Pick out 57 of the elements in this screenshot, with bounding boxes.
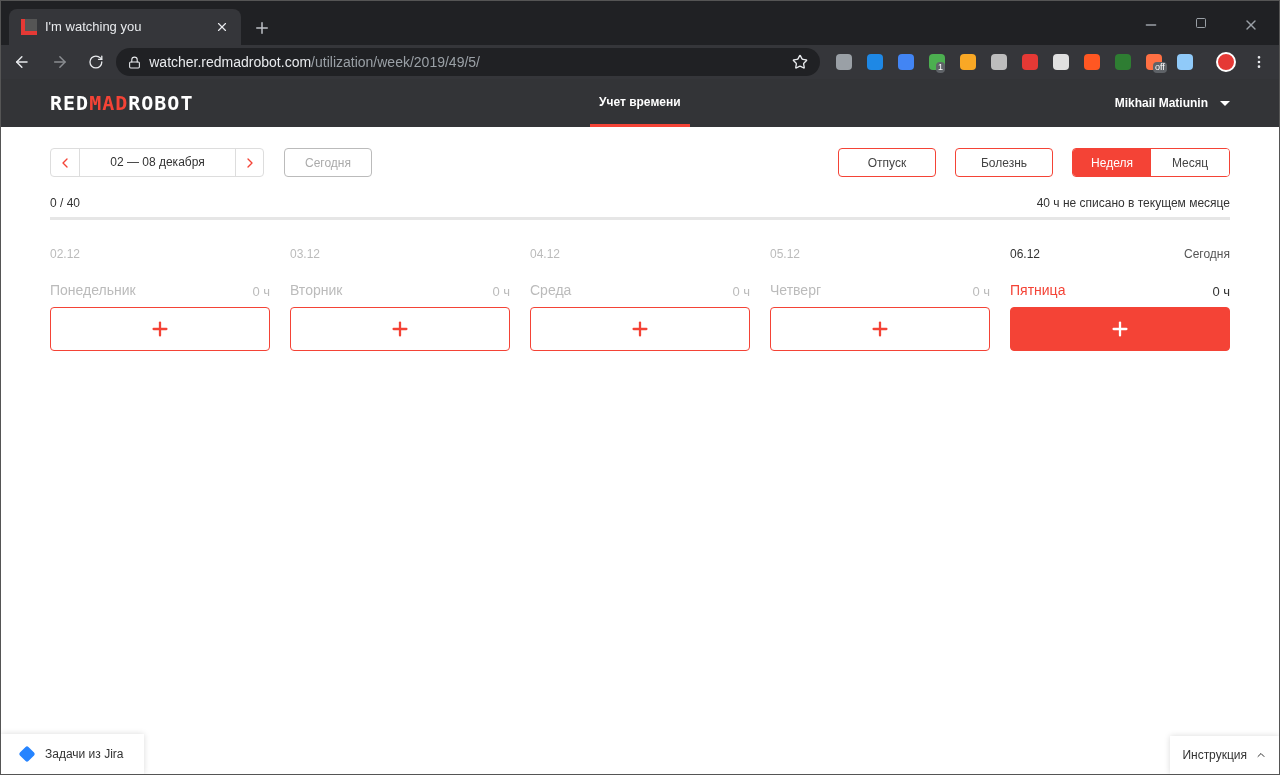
extension-icon[interactable] — [867, 54, 883, 70]
day-date: 05.12 — [770, 246, 801, 263]
extension-badge: off — [1153, 62, 1167, 73]
logo[interactable]: REDMADROBOT — [50, 88, 590, 118]
extension-badge: 1 — [936, 62, 945, 73]
date-range: 02 — 08 декабря — [109, 154, 206, 171]
reload-icon[interactable] — [88, 54, 105, 70]
day-date: 03.12 — [290, 246, 321, 263]
extension-icon[interactable] — [991, 54, 1007, 70]
jira-tasks-button[interactable]: Задачи из Jira — [1, 734, 144, 774]
day-hours: 0 ч — [972, 282, 990, 301]
absence-button[interactable]: Болезнь — [955, 148, 1053, 177]
maximize-icon[interactable] — [1195, 17, 1207, 29]
day-name: Среда — [530, 281, 572, 300]
add-entry-button[interactable] — [770, 307, 990, 351]
day-hours: 0 ч — [252, 282, 270, 301]
extension-icon[interactable] — [960, 54, 976, 70]
bookmark-star-icon[interactable] — [792, 54, 808, 70]
avatar-icon[interactable] — [1216, 52, 1236, 72]
nav-tab[interactable]: Учет времени — [590, 79, 690, 127]
day-date: 02.12 — [50, 246, 81, 263]
unlogged-note: 40 ч не списано в текущем месяце — [1036, 195, 1230, 212]
url-text: watcher.redmadrobot.com/utilization/week/2019/49/5/ — [149, 52, 481, 72]
lock-icon — [128, 55, 142, 69]
site-icon — [21, 19, 37, 35]
back-icon[interactable] — [13, 53, 31, 71]
extension-icon[interactable] — [1084, 54, 1100, 70]
extension-icon[interactable] — [1022, 54, 1038, 70]
day-date: 06.12 — [1010, 246, 1041, 263]
extension-icon[interactable] — [836, 54, 852, 70]
day-hours: 0 ч — [492, 282, 510, 301]
tab-title: I'm watching you — [45, 18, 143, 37]
address-bar[interactable]: watcher.redmadrobot.com/utilization/week/2019/49/5/ — [116, 48, 820, 76]
day-name: Понедельник — [50, 281, 136, 300]
day-date: 04.12 — [530, 246, 561, 263]
caret-icon[interactable] — [1220, 100, 1230, 106]
browser-tab[interactable]: I'm watching you — [9, 9, 241, 45]
day-hours: 0 ч — [1212, 282, 1230, 301]
add-entry-button[interactable] — [50, 307, 270, 351]
help-button[interactable]: Инструкция — [1170, 736, 1279, 774]
close-icon[interactable] — [215, 20, 229, 34]
today-label: Сегодня — [1184, 246, 1230, 263]
extension-icon[interactable] — [1053, 54, 1069, 70]
add-entry-button[interactable] — [530, 307, 750, 351]
extension-icon[interactable] — [1115, 54, 1131, 70]
extension-icon[interactable] — [898, 54, 914, 70]
day-name: Пятница — [1010, 281, 1066, 300]
day-name: Вторник — [290, 281, 343, 300]
add-entry-button[interactable] — [290, 307, 510, 351]
day-name: Четверг — [770, 281, 822, 300]
extension-icon[interactable] — [1177, 54, 1193, 70]
new-tab-icon[interactable] — [253, 19, 271, 37]
day-hours: 0 ч — [732, 282, 750, 301]
absence-button[interactable]: Отпуск — [838, 148, 936, 177]
user-name[interactable]: Mikhail Matiunin — [1114, 94, 1208, 112]
view-tab[interactable]: Неделя — [1073, 149, 1151, 176]
hours-reading: 0 / 40 — [50, 195, 81, 212]
